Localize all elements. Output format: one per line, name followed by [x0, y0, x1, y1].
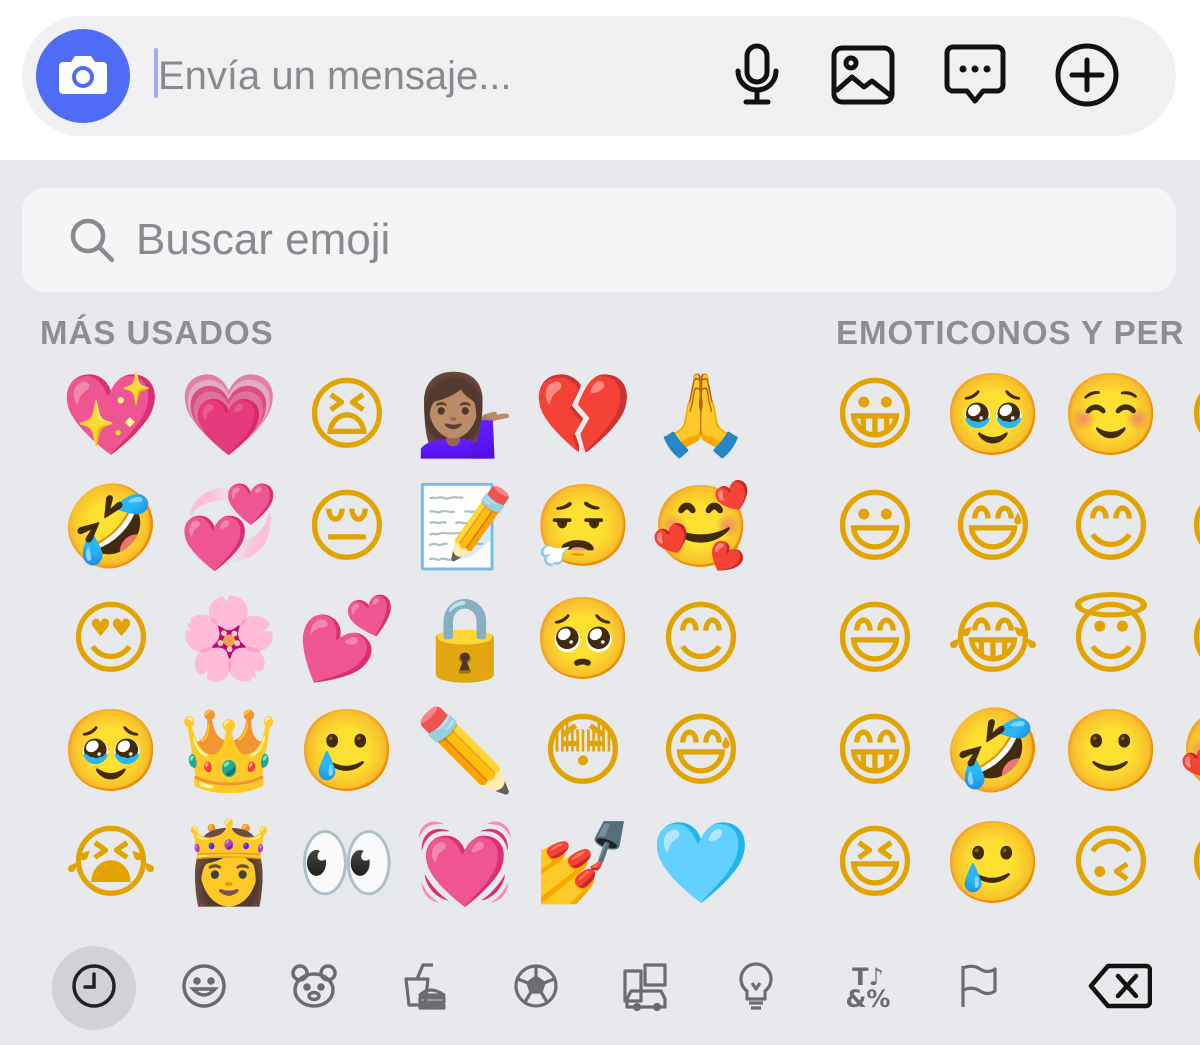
- most-used-emoji[interactable]: 😳: [528, 696, 638, 806]
- message-options-button[interactable]: [940, 42, 1010, 112]
- most-used-emoji[interactable]: 💖: [56, 360, 166, 470]
- smiley-emoji[interactable]: 🥲: [938, 808, 1048, 918]
- most-used-emoji[interactable]: ✏️: [410, 696, 520, 806]
- smiley-emoji[interactable]: 😆: [820, 808, 930, 918]
- food-icon: [400, 961, 448, 1016]
- category-objects[interactable]: [714, 946, 798, 1030]
- flag-icon: [958, 963, 998, 1014]
- smiley-emoji[interactable]: 🙂: [1056, 696, 1166, 806]
- smiley-emoji[interactable]: 😇: [1056, 584, 1166, 694]
- recents-icon: [70, 962, 118, 1015]
- smiley-emoji[interactable]: 😃: [820, 472, 930, 582]
- most-used-emoji[interactable]: 😮‍💨: [528, 472, 638, 582]
- search-icon: [68, 216, 116, 269]
- most-used-emoji[interactable]: 😊: [646, 584, 756, 694]
- most-used-emoji[interactable]: 🥲: [292, 696, 402, 806]
- smiley-emoji[interactable]: 🙃: [1056, 808, 1166, 918]
- most-used-emoji[interactable]: 🙏: [646, 360, 756, 470]
- most-used-emoji[interactable]: 🩵: [646, 808, 756, 918]
- category-recents[interactable]: [52, 946, 136, 1030]
- most-used-emoji[interactable]: 😅: [646, 696, 756, 806]
- animal-icon: [289, 962, 339, 1015]
- smiley-emoji[interactable]: 😊: [1056, 472, 1166, 582]
- section-most-used: MÁS USADOS: [40, 314, 274, 351]
- section-smileys: EMOTICONOS Y PER: [836, 314, 1185, 351]
- most-used-emoji[interactable]: 🥹: [56, 696, 166, 806]
- smiley-emoji[interactable]: 😀: [820, 360, 930, 470]
- smiley-icon: [180, 962, 228, 1015]
- most-used-emoji[interactable]: 👑: [174, 696, 284, 806]
- most-used-emoji[interactable]: 🥰: [646, 472, 756, 582]
- most-used-emoji[interactable]: 😭: [56, 808, 166, 918]
- smiley-emoji[interactable]: 😅: [938, 472, 1048, 582]
- most-used-emoji[interactable]: 💔: [528, 360, 638, 470]
- message-composer: [22, 16, 1176, 136]
- emoji-grid-area: 💖 💗 😫 💁🏽‍♀️ 💔 🙏 🤣 💞 😔 📝 😮‍💨 🥰 😍 🌸 💕 🔒 🥺 😊 🥹 👑 🥲 ✏️ 😳 😅 😭 👸 👀 💓 💅 🩵 😀 🥹…: [0, 360, 1200, 920]
- gallery-button[interactable]: [828, 42, 898, 112]
- category-animals[interactable]: [272, 946, 356, 1030]
- most-used-emoji[interactable]: 💗: [174, 360, 284, 470]
- category-symbols[interactable]: T♪ &%: [826, 946, 910, 1030]
- smiley-emoji[interactable]: 😂: [938, 584, 1048, 694]
- emoji-search-bar: [22, 188, 1176, 292]
- most-used-emoji[interactable]: 📝: [410, 472, 520, 582]
- most-used-emoji[interactable]: 💞: [174, 472, 284, 582]
- most-used-emoji[interactable]: 🔒: [410, 584, 520, 694]
- most-used-emoji[interactable]: 👸: [174, 808, 284, 918]
- message-input[interactable]: [158, 46, 698, 106]
- most-used-emoji[interactable]: 😫: [292, 360, 402, 470]
- most-used-emoji[interactable]: 💁🏽‍♀️: [410, 360, 520, 470]
- smiley-emoji[interactable]: 🤣: [938, 696, 1048, 806]
- category-flags[interactable]: [936, 946, 1020, 1030]
- add-button[interactable]: [1052, 42, 1122, 112]
- most-used-emoji[interactable]: 👀: [292, 808, 402, 918]
- travel-icon: [621, 961, 671, 1016]
- category-activities[interactable]: [494, 946, 578, 1030]
- plus-circle-icon: [1054, 42, 1120, 113]
- category-food[interactable]: [382, 946, 466, 1030]
- composer-area: [0, 0, 1200, 160]
- smiley-emoji[interactable]: 😁: [820, 696, 930, 806]
- most-used-emoji[interactable]: 🤣: [56, 472, 166, 582]
- microphone-icon: [732, 43, 782, 112]
- most-used-emoji[interactable]: 😍: [56, 584, 166, 694]
- smiley-emoji[interactable]: ☺️: [1056, 360, 1166, 470]
- delete-icon: [1088, 962, 1153, 1015]
- most-used-emoji[interactable]: 🌸: [174, 584, 284, 694]
- delete-key[interactable]: [1078, 946, 1162, 1030]
- category-smileys[interactable]: [162, 946, 246, 1030]
- most-used-emoji[interactable]: 💓: [410, 808, 520, 918]
- category-travel[interactable]: [604, 946, 688, 1030]
- smiley-emoji[interactable]: 😄: [820, 584, 930, 694]
- camera-button[interactable]: [36, 29, 130, 123]
- message-more-icon: [943, 43, 1007, 112]
- smiley-emoji[interactable]: 🥰: [1174, 696, 1200, 806]
- microphone-button[interactable]: [722, 42, 792, 112]
- symbols-icon: T♪ &%: [845, 963, 891, 1013]
- image-icon: [831, 45, 895, 110]
- most-used-emoji[interactable]: 🥺: [528, 584, 638, 694]
- most-used-emoji[interactable]: 💕: [292, 584, 402, 694]
- objects-icon: [736, 961, 776, 1016]
- smiley-emoji[interactable]: 😍: [1174, 360, 1200, 470]
- smiley-emoji[interactable]: 🥹: [938, 360, 1048, 470]
- most-used-emoji[interactable]: 😔: [292, 472, 402, 582]
- activity-icon: [512, 962, 560, 1015]
- smiley-emoji[interactable]: 😘: [1174, 472, 1200, 582]
- emoji-search-input[interactable]: [136, 210, 836, 270]
- smiley-emoji[interactable]: 😍: [1174, 584, 1200, 694]
- most-used-emoji[interactable]: 💅: [528, 808, 638, 918]
- camera-icon: [58, 52, 108, 101]
- smiley-emoji[interactable]: 😚: [1174, 808, 1200, 918]
